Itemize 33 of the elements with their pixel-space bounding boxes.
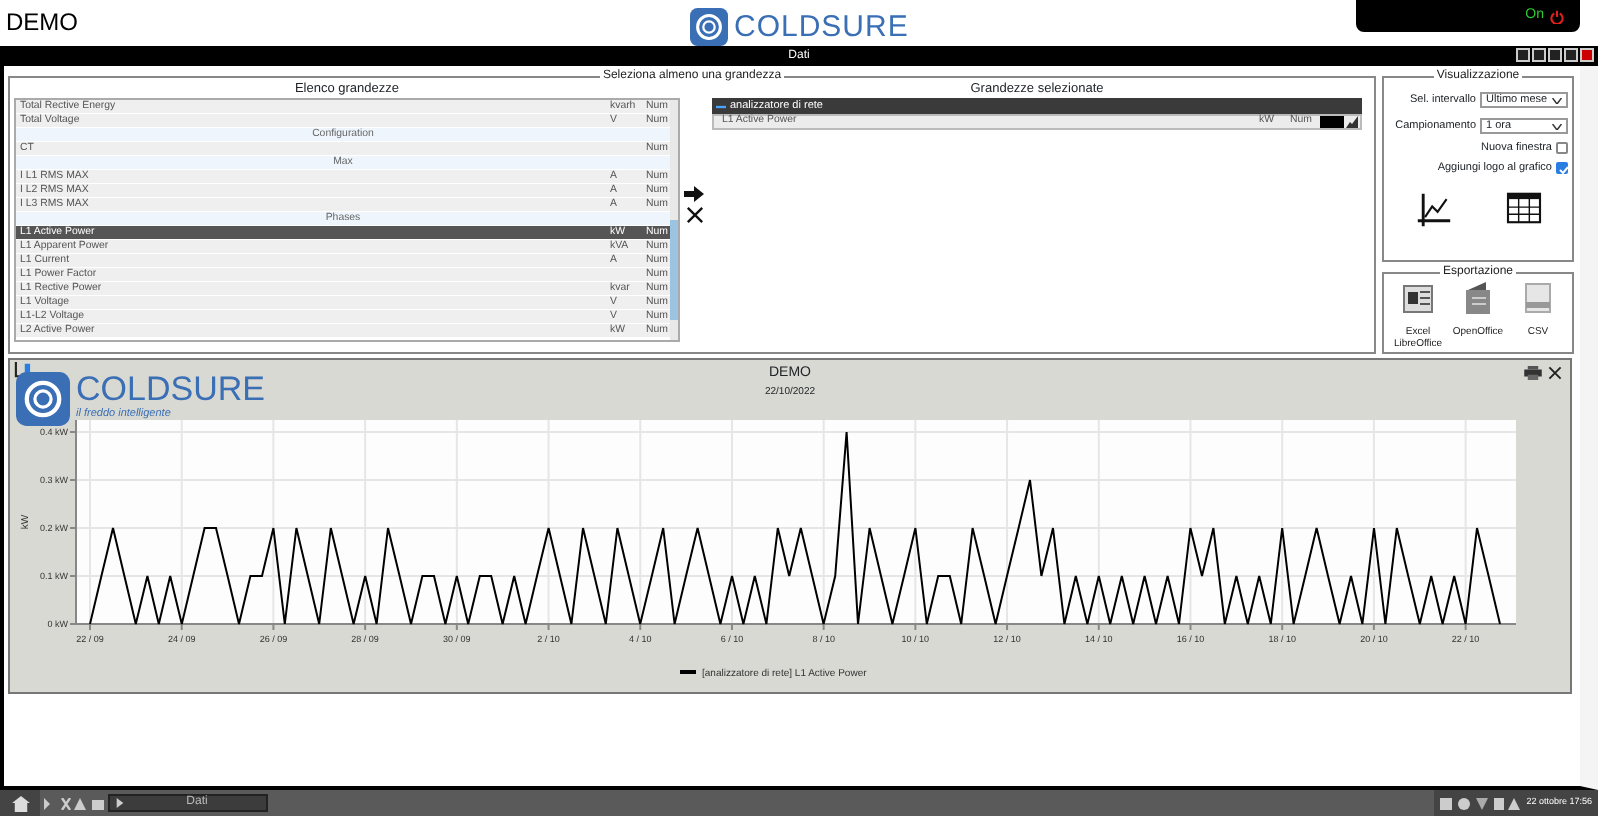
caret-icon — [1552, 97, 1562, 104]
power-icon[interactable] — [1550, 9, 1564, 23]
logo-icon — [16, 372, 70, 426]
toolbar-icons-drawing[interactable] — [44, 797, 104, 809]
logo-text: COLDSURE — [76, 372, 265, 406]
file-icon — [1522, 282, 1554, 314]
logo-icon — [690, 8, 728, 46]
add-arrow-icon[interactable] — [684, 186, 704, 202]
home-icon[interactable] — [11, 795, 29, 811]
scroll-thumb[interactable] — [670, 220, 678, 320]
document-icon — [1462, 282, 1494, 314]
maximize-button[interactable] — [1564, 48, 1578, 62]
table-icon[interactable] — [1505, 192, 1541, 224]
close-button[interactable] — [1580, 48, 1594, 62]
logo-text: COLDSURE — [734, 12, 909, 42]
close-icon[interactable] — [1548, 366, 1562, 380]
print-icon[interactable] — [1524, 366, 1542, 380]
window-icon — [116, 798, 124, 808]
caret-icon — [1552, 123, 1562, 130]
remove-icon[interactable] — [685, 206, 703, 224]
collapse-icon[interactable] — [716, 101, 726, 111]
checkbox[interactable] — [1556, 141, 1568, 154]
scrollbar[interactable] — [670, 100, 678, 340]
line-chart-icon[interactable] — [1415, 192, 1451, 228]
restore-button[interactable] — [1532, 48, 1546, 62]
minimize-button[interactable] — [1516, 48, 1530, 62]
home-button[interactable] — [0, 790, 40, 816]
color-swatch[interactable] — [1320, 116, 1344, 128]
checkbox[interactable] — [1556, 161, 1568, 174]
spreadsheet-icon — [1402, 282, 1434, 314]
tile-button[interactable] — [1548, 48, 1562, 62]
tray-icons-drawing[interactable] — [1440, 797, 1521, 809]
page-title: DEMO — [6, 6, 78, 40]
